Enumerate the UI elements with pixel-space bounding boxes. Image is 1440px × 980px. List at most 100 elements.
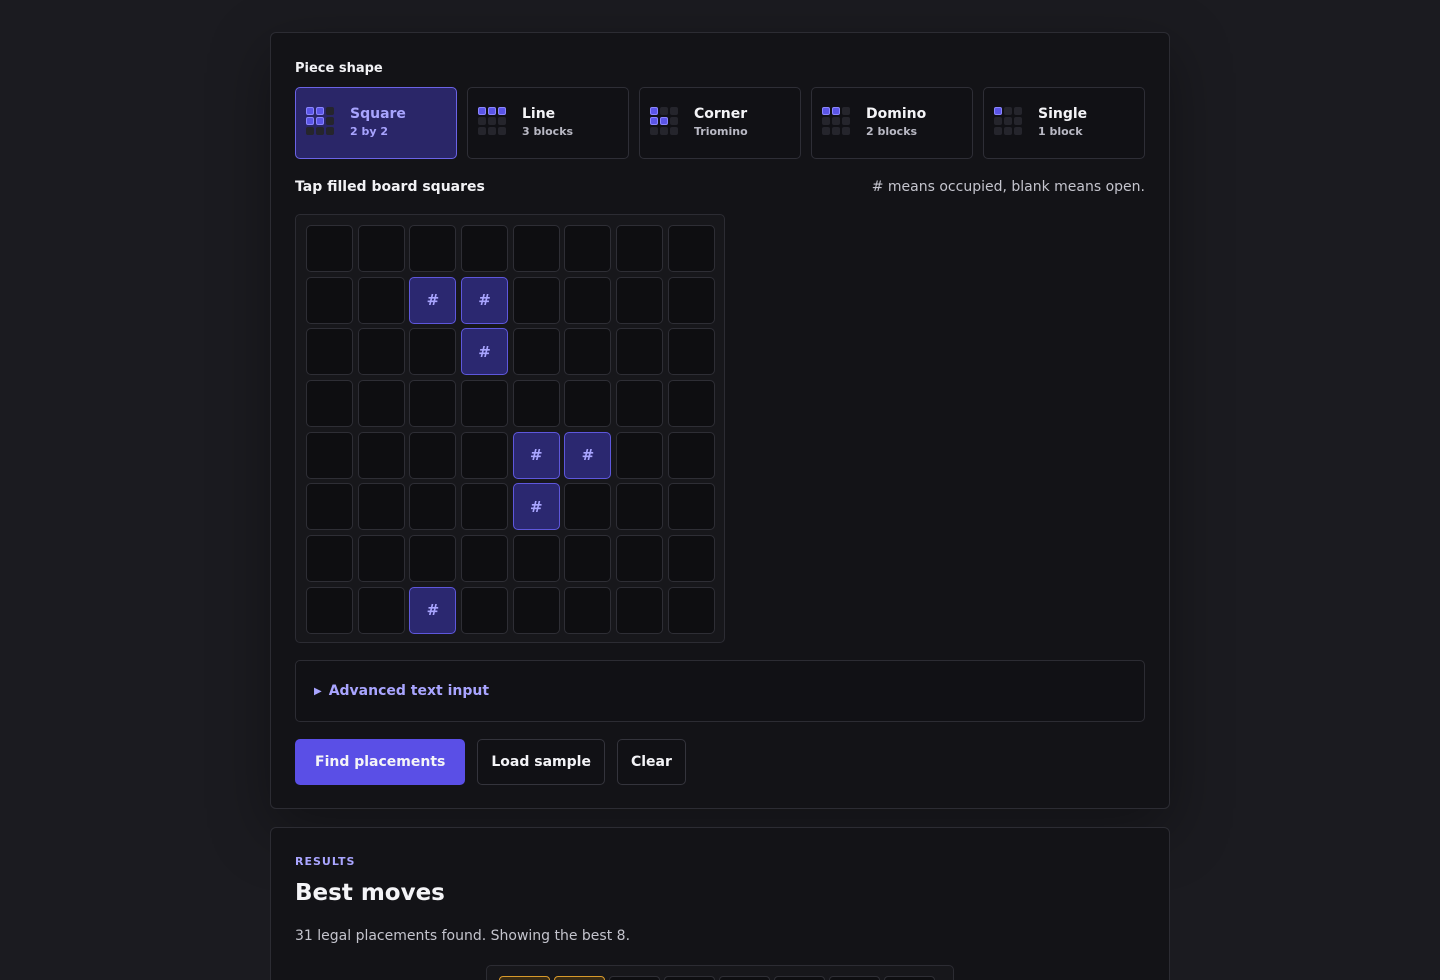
board-cell-r6-c2[interactable] — [409, 535, 457, 583]
board-cell-r3-c7[interactable] — [667, 380, 715, 428]
board-cell-r4-c4[interactable]: # — [512, 431, 560, 479]
board-cell-r0-c0[interactable] — [306, 225, 353, 272]
board-cell-r5-c0[interactable] — [306, 483, 353, 531]
shape-option-text: Single 1 block — [1038, 105, 1087, 140]
shape-option-name: Single — [1038, 106, 1088, 122]
board-cell-r2-c1[interactable] — [357, 328, 405, 376]
board-cell-r1-c5[interactable] — [564, 276, 612, 324]
board-cell-r2-c6[interactable] — [616, 328, 664, 376]
board-hint: # means occupied, blank means open. — [871, 179, 1145, 195]
board-cell-r4-c1[interactable] — [357, 431, 405, 479]
board-cell-r4-c0[interactable] — [306, 431, 353, 479]
clear-button[interactable]: Clear — [616, 739, 686, 785]
shape-option-name: Square — [350, 106, 406, 122]
advanced-text-input-label: Advanced text input — [328, 683, 490, 699]
board-cell-r1-c7[interactable] — [667, 276, 715, 324]
shape-option-line[interactable]: Line 3 blocks — [467, 87, 629, 159]
shape-option-text: Line 3 blocks — [522, 105, 573, 140]
board-cell-r5-c5[interactable] — [564, 483, 612, 531]
shape-option-sub: 2 by 2 — [350, 125, 389, 138]
preview-cell — [829, 976, 880, 980]
board-label: Tap filled board squares — [295, 179, 485, 195]
board-cell-r7-c3[interactable] — [461, 586, 509, 634]
advanced-text-input-toggle[interactable]: ▶ Advanced text input — [295, 660, 1145, 722]
board-cell-r0-c7[interactable] — [667, 225, 715, 272]
board-cell-r3-c5[interactable] — [564, 380, 612, 428]
board-cell-r7-c0[interactable] — [306, 586, 353, 634]
board-cell-r5-c4[interactable]: # — [512, 483, 560, 531]
board-cell-r0-c4[interactable] — [512, 225, 560, 272]
board-cell-r5-c2[interactable] — [409, 483, 457, 531]
board-cell-r0-c3[interactable] — [461, 225, 509, 272]
board: # # # # # # # — [295, 214, 725, 643]
shape-option-corner[interactable]: Corner Triomino — [639, 87, 801, 159]
board-cell-r3-c4[interactable] — [512, 380, 560, 428]
board-cell-r7-c1[interactable] — [357, 586, 405, 634]
board-cell-r1-c1[interactable] — [357, 276, 405, 324]
board-cell-r4-c6[interactable] — [616, 431, 664, 479]
board-cell-r2-c0[interactable] — [306, 328, 353, 376]
board-cell-r1-c3[interactable]: # — [461, 276, 509, 324]
board-cell-r6-c0[interactable] — [306, 535, 353, 583]
shape-option-sub: 3 blocks — [522, 125, 574, 138]
board-cell-r6-c7[interactable] — [667, 535, 715, 583]
board-cell-r6-c6[interactable] — [616, 535, 664, 583]
shape-option-text: Domino 2 blocks — [866, 105, 926, 140]
board-cell-r7-c2[interactable]: # — [409, 586, 457, 634]
shape-option-square[interactable]: Square 2 by 2 — [295, 87, 457, 159]
load-sample-button[interactable]: Load sample — [477, 739, 605, 785]
board-cell-r1-c4[interactable] — [512, 276, 560, 324]
board-cell-r2-c3[interactable]: # — [461, 328, 509, 376]
board-cell-r2-c4[interactable] — [512, 328, 560, 376]
results-kicker: RESULTS — [295, 855, 356, 868]
preview-cell — [664, 976, 715, 980]
board-cell-r0-c2[interactable] — [409, 225, 457, 272]
board-cell-r6-c4[interactable] — [512, 535, 560, 583]
board-cell-r5-c6[interactable] — [616, 483, 664, 531]
shape-option-single[interactable]: Single 1 block — [983, 87, 1145, 159]
board-cell-r6-c5[interactable] — [564, 535, 612, 583]
board-cell-r3-c6[interactable] — [616, 380, 664, 428]
preview-cell — [774, 976, 825, 980]
board-cell-r0-c1[interactable] — [357, 225, 405, 272]
shape-option-domino[interactable]: Domino 2 blocks — [811, 87, 973, 159]
shape-option-sub: Triomino — [694, 125, 748, 138]
board-cell-r0-c5[interactable] — [564, 225, 612, 272]
board-cell-r0-c6[interactable] — [616, 225, 664, 272]
preview-cell — [884, 976, 935, 980]
board-cell-r4-c5[interactable]: # — [564, 431, 612, 479]
board-cell-r7-c4[interactable] — [512, 586, 560, 634]
board-grid: # # # # # # # — [306, 225, 715, 634]
board-cell-r7-c5[interactable] — [564, 586, 612, 634]
result-preview-board — [486, 965, 954, 980]
board-cell-r1-c6[interactable] — [616, 276, 664, 324]
board-cell-r3-c2[interactable] — [409, 380, 457, 428]
corner-shape-icon — [650, 107, 678, 135]
board-cell-r2-c2[interactable] — [409, 328, 457, 376]
board-cell-r3-c1[interactable] — [357, 380, 405, 428]
piece-shape-options: Square 2 by 2 Line 3 blocks Corner Triomino Do… — [295, 87, 1145, 159]
board-cell-r3-c0[interactable] — [306, 380, 353, 428]
board-cell-r4-c2[interactable] — [409, 431, 457, 479]
board-editor-card: Piece shape Square 2 by 2 Line 3 blocks Corn… — [270, 32, 1170, 809]
shape-option-name: Line — [522, 106, 556, 122]
preview-cell — [554, 976, 605, 980]
board-cell-r7-c6[interactable] — [616, 586, 664, 634]
piece-shape-label: Piece shape — [295, 61, 383, 76]
board-cell-r3-c3[interactable] — [461, 380, 509, 428]
board-cell-r4-c3[interactable] — [461, 431, 509, 479]
board-cell-r6-c3[interactable] — [461, 535, 509, 583]
shape-option-text: Square 2 by 2 — [350, 105, 406, 140]
find-placements-button[interactable]: Find placements — [295, 739, 466, 785]
domino-shape-icon — [822, 107, 850, 135]
board-cell-r7-c7[interactable] — [667, 586, 715, 634]
board-cell-r5-c1[interactable] — [357, 483, 405, 531]
board-cell-r5-c7[interactable] — [667, 483, 715, 531]
board-cell-r4-c7[interactable] — [667, 431, 715, 479]
board-cell-r5-c3[interactable] — [461, 483, 509, 531]
board-cell-r2-c5[interactable] — [564, 328, 612, 376]
board-cell-r1-c2[interactable]: # — [409, 276, 457, 324]
board-cell-r1-c0[interactable] — [306, 276, 353, 324]
board-cell-r2-c7[interactable] — [667, 328, 715, 376]
board-cell-r6-c1[interactable] — [357, 535, 405, 583]
